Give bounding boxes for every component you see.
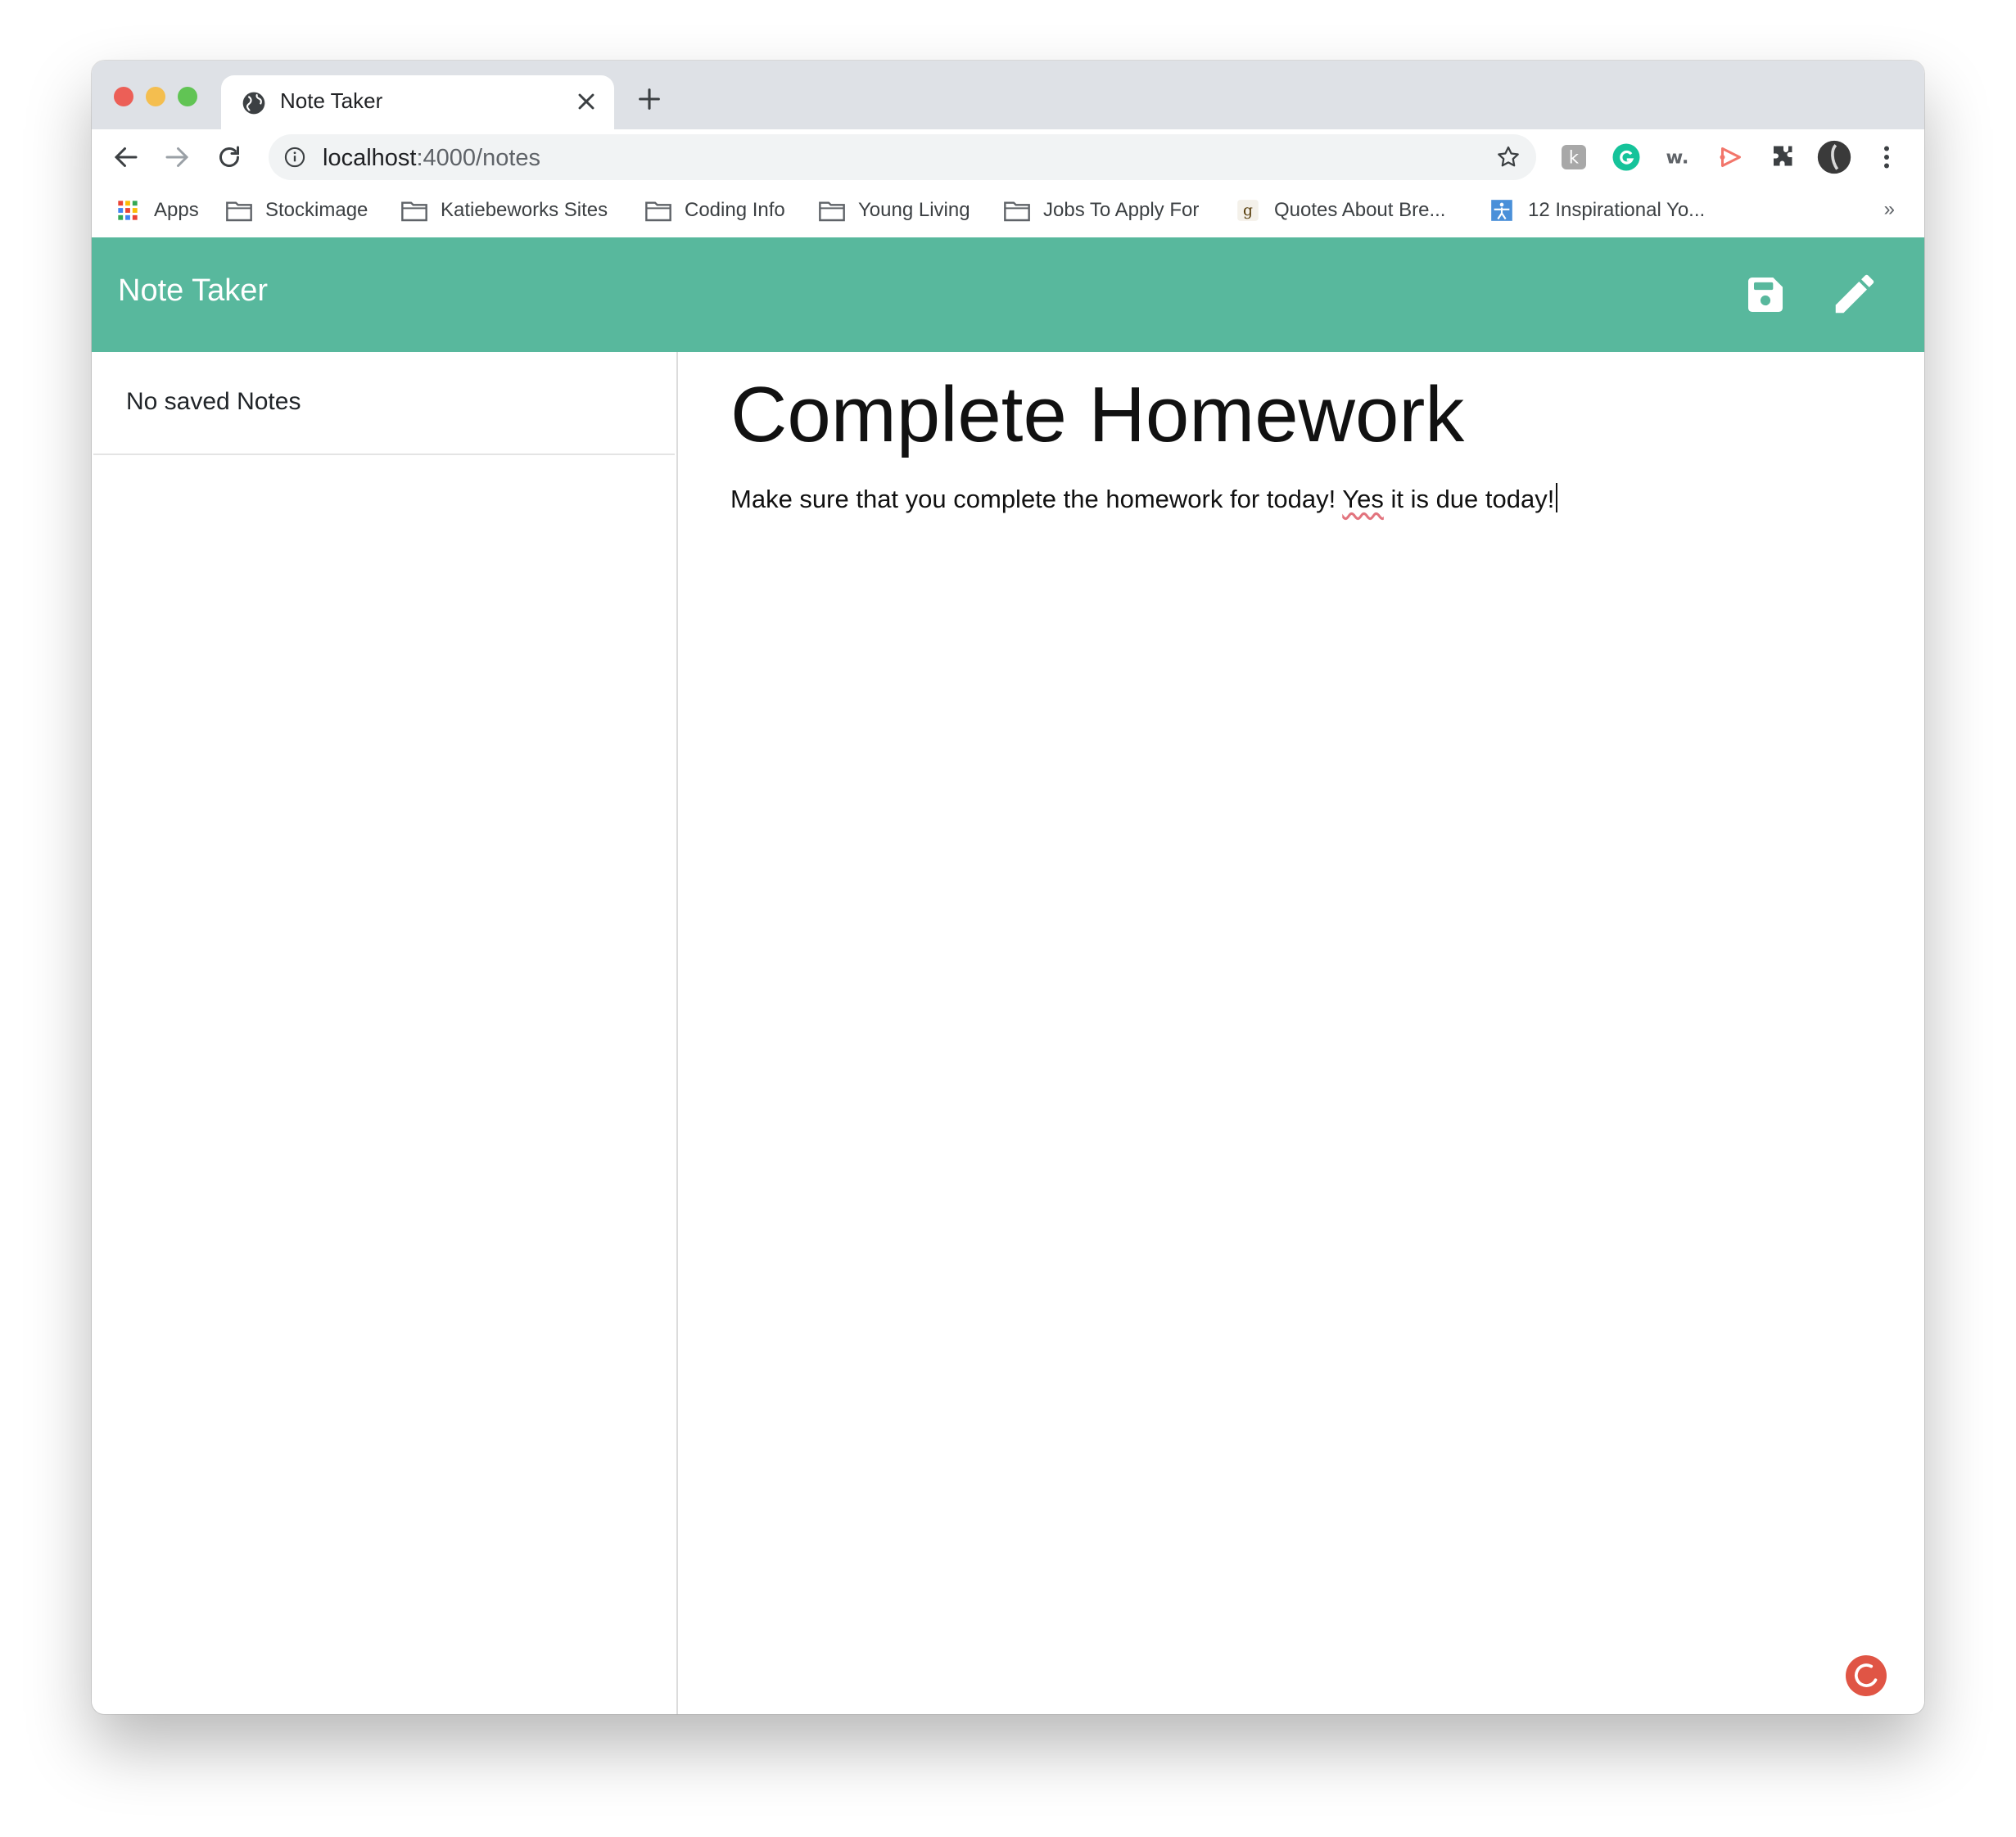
bookmarks-bar: Apps Stockimage Katiebeworks Sites Codin… <box>92 185 1924 238</box>
bookmark-label: Young Living <box>858 199 970 221</box>
folder-icon <box>645 201 671 222</box>
note-editor: Complete Homework Make sure that you com… <box>678 352 1924 1714</box>
url-path: :4000/notes <box>416 145 541 171</box>
reload-icon[interactable] <box>215 142 244 172</box>
bookmark-label: Jobs To Apply For <box>1043 199 1200 221</box>
more-bookmarks-chevron[interactable]: » <box>1884 198 1895 221</box>
url-host: localhost <box>323 145 417 171</box>
tab-strip: Note Taker <box>92 61 1924 129</box>
empty-notes-text: No saved Notes <box>126 388 301 415</box>
bookmark-folder-young-living[interactable]: Young Living <box>819 196 970 224</box>
browser-tab[interactable]: Note Taker <box>221 75 614 129</box>
back-arrow-icon[interactable] <box>111 142 141 172</box>
bookmark-label: Apps <box>154 199 199 221</box>
new-note-pencil-icon[interactable] <box>1829 269 1880 319</box>
browser-window: Note Taker localhost:4000/notes k w. App… <box>92 61 1924 1714</box>
info-icon[interactable] <box>283 146 306 169</box>
more-menu-icon[interactable] <box>1872 142 1901 172</box>
bookmark-label: Quotes About Bre... <box>1274 199 1446 221</box>
apps-grid-icon <box>118 201 138 220</box>
extensions-puzzle-icon[interactable] <box>1769 142 1798 172</box>
folder-icon <box>1004 201 1030 222</box>
bookmark-inspirational[interactable]: 12 Inspirational Yo... <box>1489 196 1705 224</box>
app-brand[interactable]: Note Taker <box>118 273 268 309</box>
list-item: No saved Notes <box>93 352 675 455</box>
goodreads-icon: g <box>1237 200 1259 221</box>
grammarly-icon[interactable] <box>1611 142 1641 172</box>
url-text[interactable]: localhost:4000/notes <box>323 145 540 172</box>
browser-toolbar: localhost:4000/notes k w. <box>92 129 1924 185</box>
wordtune-icon[interactable]: w. <box>1664 142 1693 172</box>
note-body-text: Make sure that you complete the homework… <box>730 485 1343 513</box>
globe-icon <box>242 92 265 115</box>
window-minimize-button[interactable] <box>146 87 165 106</box>
note-title-input[interactable]: Complete Homework <box>730 372 1464 458</box>
folder-icon <box>401 201 427 222</box>
svg-text:g: g <box>1243 202 1253 219</box>
bookmark-folder-jobs[interactable]: Jobs To Apply For <box>1004 196 1199 224</box>
bookmark-label: Coding Info <box>685 199 785 221</box>
svg-text:w.: w. <box>1666 147 1689 169</box>
bookmark-apps[interactable]: Apps <box>115 196 199 224</box>
save-note-icon[interactable] <box>1743 272 1788 318</box>
bookmark-label: Stockimage <box>265 199 368 221</box>
note-body-text-end: it is due today! <box>1383 485 1555 513</box>
window-close-button[interactable] <box>114 87 133 106</box>
bookmark-folder-katiebeworks[interactable]: Katiebeworks Sites <box>401 196 608 224</box>
address-bar[interactable]: localhost:4000/notes <box>269 134 1536 180</box>
forward-arrow-icon[interactable] <box>162 142 192 172</box>
app-navbar: Note Taker <box>92 237 1924 352</box>
tab-title: Note Taker <box>280 88 383 113</box>
misspelled-word: Yes <box>1342 485 1384 513</box>
bookmark-quotes[interactable]: g Quotes About Bre... <box>1235 196 1445 224</box>
profile-avatar-icon[interactable] <box>1816 139 1852 175</box>
text-caret <box>1556 483 1558 512</box>
folder-icon <box>819 201 845 222</box>
bookmark-label: 12 Inspirational Yo... <box>1528 199 1706 221</box>
bookmark-star-icon[interactable] <box>1495 144 1521 170</box>
bookmark-label: Katiebeworks Sites <box>441 199 608 221</box>
yoga-icon <box>1491 200 1512 221</box>
floating-extension-badge[interactable] <box>1846 1655 1887 1696</box>
close-icon[interactable] <box>573 88 599 115</box>
folder-icon <box>226 201 252 222</box>
bookmark-folder-coding-info[interactable]: Coding Info <box>645 196 785 224</box>
extension-k-icon[interactable]: k <box>1559 142 1589 172</box>
svg-text:k: k <box>1569 148 1580 168</box>
bookmark-folder-stockimage[interactable]: Stockimage <box>226 196 368 224</box>
new-tab-plus-icon[interactable] <box>635 85 663 113</box>
note-body-textarea[interactable]: Make sure that you complete the homework… <box>730 483 1558 514</box>
screencast-extension-icon[interactable] <box>1716 142 1746 172</box>
note-taker-app: Note Taker No saved Notes Complete Homew… <box>92 237 1924 1714</box>
window-maximize-button[interactable] <box>178 87 197 106</box>
notes-sidebar: No saved Notes <box>92 352 678 1714</box>
moon-icon <box>1854 1663 1878 1687</box>
